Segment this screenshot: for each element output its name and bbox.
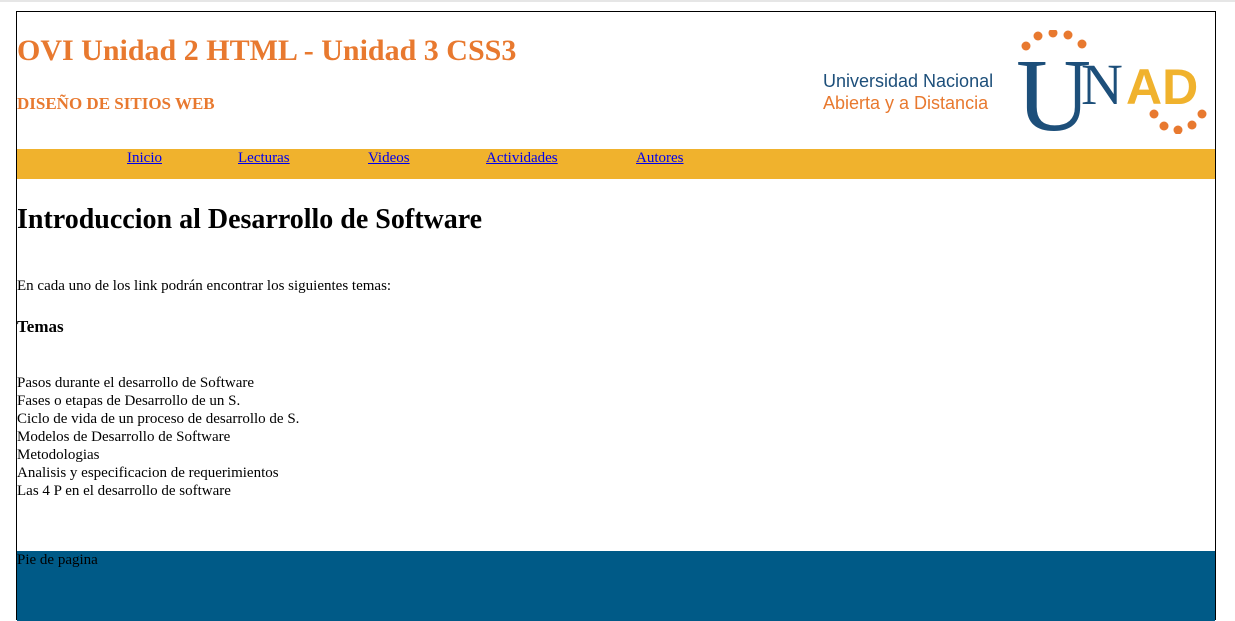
list-item: Las 4 P en el desarrollo de software xyxy=(17,483,231,499)
footer-text: Pie de pagina xyxy=(17,552,98,568)
main-nav: Inicio Lecturas Videos Actividades Autor… xyxy=(17,149,1215,179)
logo-wordmark: Universidad Nacional Abierta y a Distanc… xyxy=(823,70,993,114)
nav-link-autores[interactable]: Autores xyxy=(636,150,684,167)
nav-link-videos[interactable]: Videos xyxy=(368,150,410,167)
topics-list: Pasos durante el desarrollo de Software … xyxy=(17,374,299,500)
nav-link-lecturas[interactable]: Lecturas xyxy=(238,150,290,167)
list-item: Ciclo de vida de un proceso de desarroll… xyxy=(17,411,300,427)
logo-mark-ad: AD xyxy=(1126,59,1198,115)
unad-logo: Universidad Nacional Abierta y a Distanc… xyxy=(823,30,1209,134)
site-header: OVI Unidad 2 HTML - Unidad 3 CSS3 DISEÑO… xyxy=(17,12,1215,149)
list-item: Analisis y especificacion de requerimien… xyxy=(17,465,279,481)
page-footer: Pie de pagina xyxy=(17,551,1215,621)
logo-line-universidad: Universidad Nacional xyxy=(823,71,994,91)
site-title: OVI Unidad 2 HTML - Unidad 3 CSS3 xyxy=(17,34,517,67)
browser-top-edge xyxy=(0,0,1235,2)
logo-line-abierta: Abierta y a Distancia xyxy=(823,93,989,113)
nav-link-inicio[interactable]: Inicio xyxy=(127,150,162,167)
logo-mark-n: N xyxy=(1081,52,1123,117)
list-item: Modelos de Desarrollo de Software xyxy=(17,429,231,445)
topics-heading: Temas xyxy=(17,317,64,336)
page-container: OVI Unidad 2 HTML - Unidad 3 CSS3 DISEÑO… xyxy=(16,11,1216,621)
intro-text: En cada uno de los link podrán encontrar… xyxy=(17,278,392,294)
page-heading: Introduccion al Desarrollo de Software xyxy=(17,204,483,235)
nav-link-actividades[interactable]: Actividades xyxy=(486,150,558,167)
site-subtitle: DISEÑO DE SITIOS WEB xyxy=(17,94,215,113)
unad-logo-mark-icon: U N AD xyxy=(1018,30,1207,134)
list-item: Fases o etapas de Desarrollo de un S. xyxy=(17,393,241,409)
list-item: Metodologias xyxy=(17,447,100,463)
list-item: Pasos durante el desarrollo de Software xyxy=(17,375,255,391)
